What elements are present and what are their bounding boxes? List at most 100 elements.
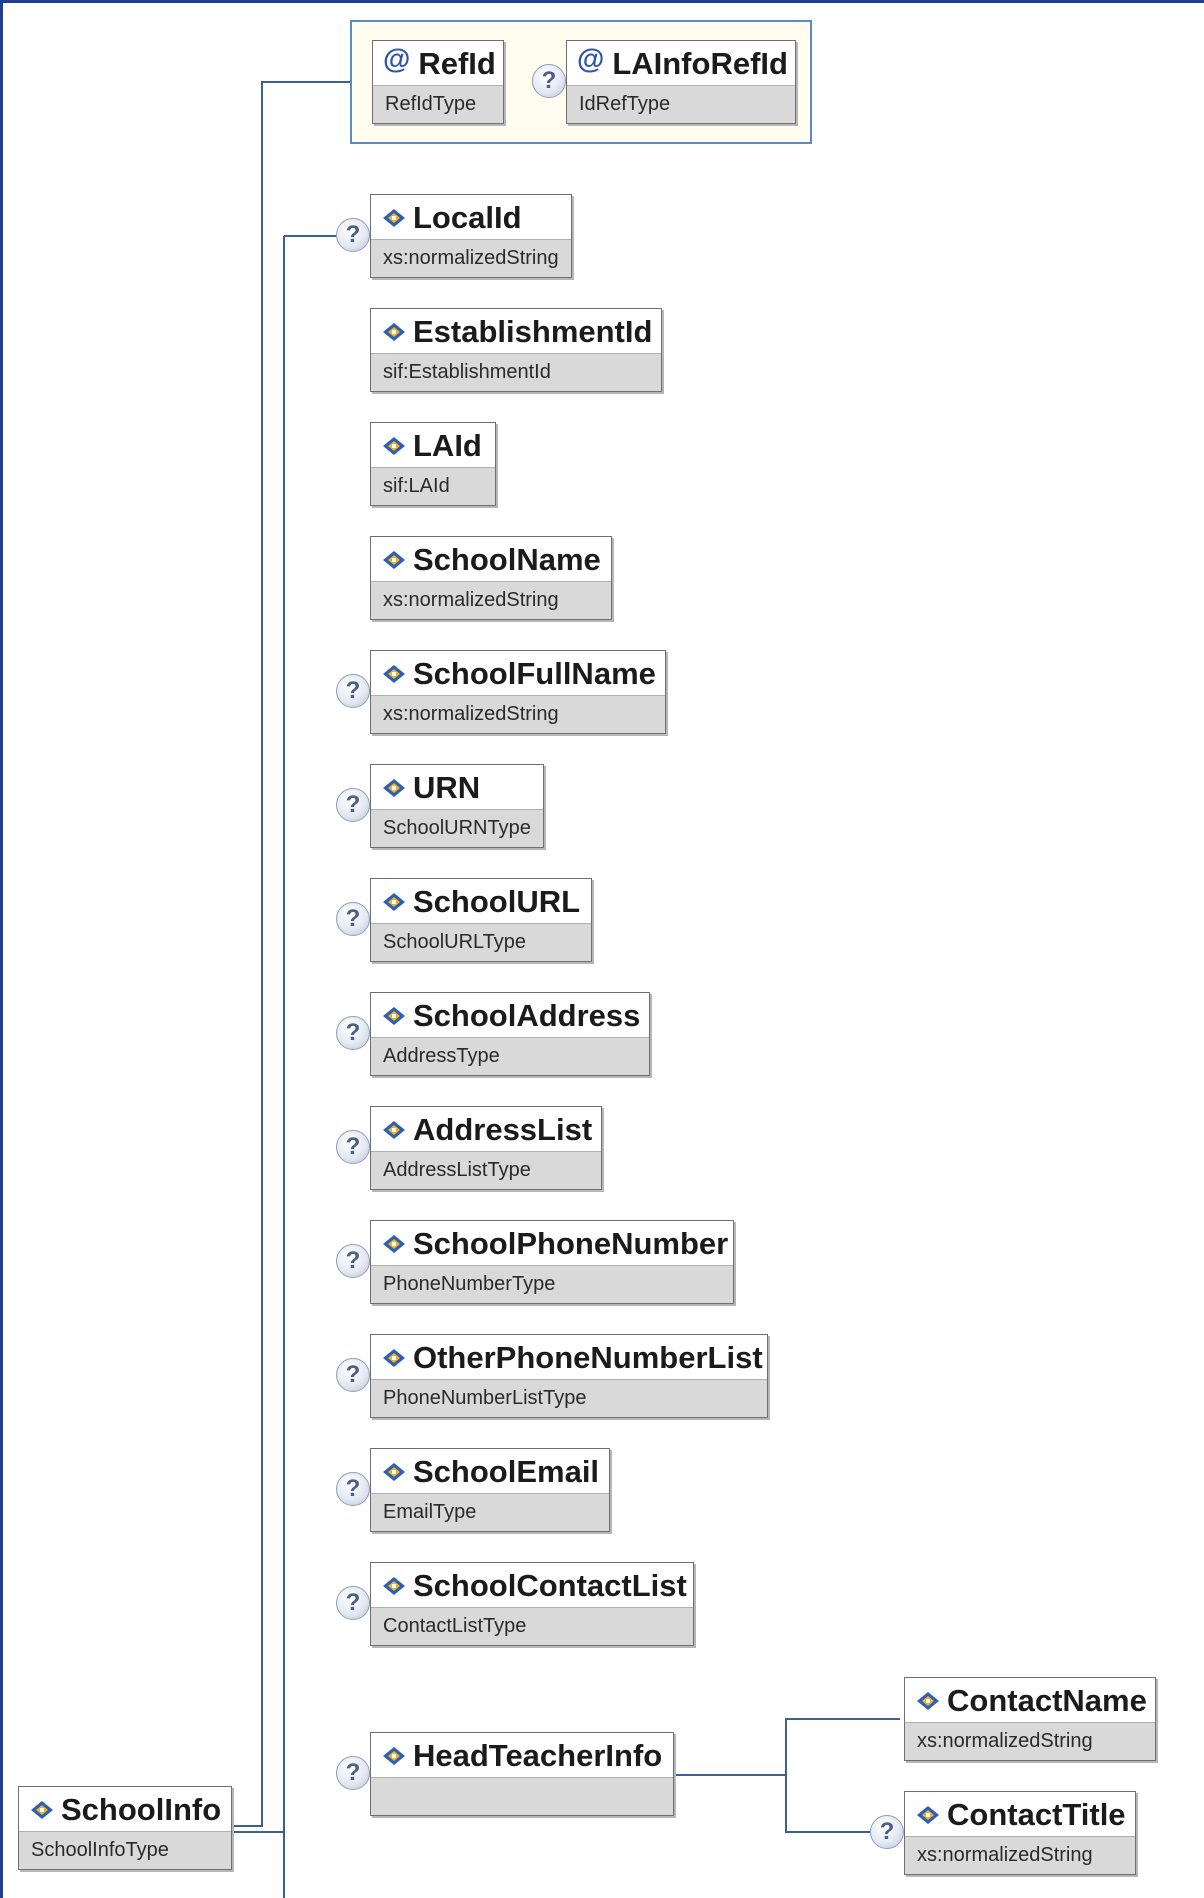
node-header: SchoolContactList: [371, 1563, 693, 1609]
node-name: LAInfoRefId: [612, 46, 788, 81]
node-header: LocalId: [371, 195, 571, 241]
optional-indicator-icon: ?: [870, 1815, 904, 1849]
element-icon: [383, 1121, 405, 1139]
element-school-phone-number[interactable]: SchoolPhoneNumber PhoneNumberType: [370, 1220, 734, 1304]
element-icon: [383, 437, 405, 455]
node-header: ContactTitle: [905, 1792, 1135, 1838]
element-icon: [383, 551, 405, 569]
node-header: SchoolURL: [371, 879, 591, 925]
optional-indicator-icon: ?: [336, 902, 370, 936]
node-type: sif:LAId: [371, 467, 495, 505]
element-other-phone-number-list[interactable]: OtherPhoneNumberList PhoneNumberListType: [370, 1334, 768, 1418]
node-type: xs:normalizedString: [371, 239, 571, 277]
node-name: SchoolFullName: [413, 656, 656, 691]
node-name: HeadTeacherInfo: [413, 1738, 663, 1773]
element-icon: [383, 323, 405, 341]
element-icon: [383, 893, 405, 911]
element-icon: [917, 1692, 939, 1710]
element-icon: [383, 1577, 405, 1595]
node-header: @ RefId: [373, 41, 503, 87]
node-name: SchoolURL: [413, 884, 581, 919]
node-type: xs:normalizedString: [371, 695, 665, 733]
optional-indicator-icon: ?: [336, 1586, 370, 1620]
node-header: ContactName: [905, 1678, 1155, 1724]
node-name: OtherPhoneNumberList: [413, 1340, 763, 1375]
node-type: xs:normalizedString: [905, 1836, 1135, 1874]
node-type: ContactListType: [371, 1607, 693, 1645]
optional-indicator-icon: ?: [336, 1130, 370, 1164]
node-name: EstablishmentId: [413, 314, 653, 349]
element-school-contact-list[interactable]: SchoolContactList ContactListType: [370, 1562, 694, 1646]
node-type: IdRefType: [567, 85, 795, 123]
node-type: xs:normalizedString: [905, 1722, 1155, 1760]
node-type: RefIdType: [373, 85, 503, 123]
connector-root-attributes: [232, 81, 350, 1827]
optional-indicator-icon: ?: [532, 64, 566, 98]
element-school-name[interactable]: SchoolName xs:normalizedString: [370, 536, 612, 620]
node-type: [371, 1777, 673, 1815]
node-name: SchoolInfo: [61, 1792, 222, 1827]
node-header: LAId: [371, 423, 495, 469]
node-header: EstablishmentId: [371, 309, 661, 355]
node-name: AddressList: [413, 1112, 593, 1147]
node-header: SchoolEmail: [371, 1449, 609, 1495]
node-name: SchoolPhoneNumber: [413, 1226, 729, 1261]
element-la-id[interactable]: LAId sif:LAId: [370, 422, 496, 506]
node-header: SchoolPhoneNumber: [371, 1221, 733, 1267]
element-establishment-id[interactable]: EstablishmentId sif:EstablishmentId: [370, 308, 662, 392]
element-icon: [383, 1747, 405, 1765]
node-header: SchoolAddress: [371, 993, 649, 1039]
element-school-address[interactable]: SchoolAddress AddressType: [370, 992, 650, 1076]
element-icon: [383, 1007, 405, 1025]
element-contact-name[interactable]: ContactName xs:normalizedString: [904, 1677, 1156, 1761]
node-name: LocalId: [413, 200, 522, 235]
node-type: SchoolURNType: [371, 809, 543, 847]
optional-indicator-icon: ?: [336, 1016, 370, 1050]
attribute-la-info-ref-id[interactable]: @ LAInfoRefId IdRefType: [566, 40, 796, 124]
element-school-url[interactable]: SchoolURL SchoolURLType: [370, 878, 592, 962]
node-name: SchoolAddress: [413, 998, 641, 1033]
optional-indicator-icon: ?: [336, 218, 370, 252]
element-urn[interactable]: URN SchoolURNType: [370, 764, 544, 848]
node-name: ContactName: [947, 1683, 1147, 1718]
optional-indicator-icon: ?: [336, 674, 370, 708]
attribute-icon: @: [577, 43, 605, 74]
element-icon: [383, 1463, 405, 1481]
element-icon: [383, 665, 405, 683]
element-icon: [383, 1349, 405, 1367]
optional-indicator-icon: ?: [336, 1472, 370, 1506]
node-header: HeadTeacherInfo: [371, 1733, 673, 1779]
node-name: SchoolEmail: [413, 1454, 600, 1489]
node-header: SchoolInfo: [19, 1787, 231, 1833]
node-header: SchoolFullName: [371, 651, 665, 697]
optional-indicator-icon: ?: [336, 788, 370, 822]
node-type: EmailType: [371, 1493, 609, 1531]
node-header: AddressList: [371, 1107, 601, 1153]
optional-indicator-icon: ?: [336, 1244, 370, 1278]
node-type: SchoolURLType: [371, 923, 591, 961]
element-icon: [31, 1801, 53, 1819]
element-contact-title[interactable]: ContactTitle xs:normalizedString: [904, 1791, 1136, 1875]
element-school-email[interactable]: SchoolEmail EmailType: [370, 1448, 610, 1532]
node-name: LAId: [413, 428, 482, 463]
element-local-id[interactable]: LocalId xs:normalizedString: [370, 194, 572, 278]
element-school-full-name[interactable]: SchoolFullName xs:normalizedString: [370, 650, 666, 734]
node-name: ContactTitle: [947, 1797, 1126, 1832]
node-type: PhoneNumberType: [371, 1265, 733, 1303]
optional-indicator-icon: ?: [336, 1756, 370, 1790]
node-type: xs:normalizedString: [371, 581, 611, 619]
attribute-icon: @: [383, 43, 411, 74]
element-icon: [917, 1806, 939, 1824]
node-name: SchoolName: [413, 542, 601, 577]
node-type: PhoneNumberListType: [371, 1379, 767, 1417]
node-header: @ LAInfoRefId: [567, 41, 795, 87]
node-type: SchoolInfoType: [19, 1831, 231, 1869]
attribute-ref-id[interactable]: @ RefId RefIdType: [372, 40, 504, 124]
element-head-teacher-info[interactable]: HeadTeacherInfo: [370, 1732, 674, 1816]
element-icon: [383, 779, 405, 797]
element-address-list[interactable]: AddressList AddressListType: [370, 1106, 602, 1190]
root-element-school-info[interactable]: SchoolInfo SchoolInfoType: [18, 1786, 232, 1870]
node-type: AddressListType: [371, 1151, 601, 1189]
node-header: URN: [371, 765, 543, 811]
node-type: AddressType: [371, 1037, 649, 1075]
